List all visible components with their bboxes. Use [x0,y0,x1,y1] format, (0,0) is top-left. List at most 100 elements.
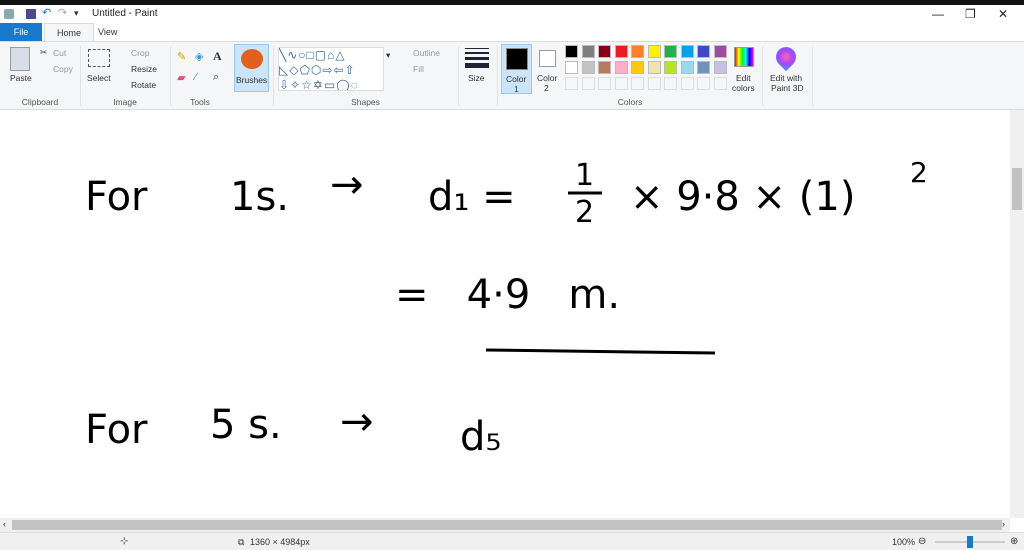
minimize-icon[interactable]: — [932,7,944,21]
redo-icon[interactable]: ↷ [58,6,68,19]
drawing-canvas[interactable]: For 1s. → d₁ = 1 2 × 9·8 × (1) 2 = 4·9 m… [0,110,1010,518]
color1-button[interactable]: Color 1 [501,44,532,94]
palette-swatch[interactable] [697,61,710,74]
size-icon[interactable] [465,48,489,68]
horizontal-scrollbar[interactable]: ‹ › [0,518,1010,532]
palette-swatch[interactable] [647,45,661,58]
eraser-icon[interactable]: ▰ [177,71,185,84]
color2-swatch[interactable] [539,50,556,67]
rotate-button[interactable]: Rotate [131,80,156,90]
close-icon[interactable]: ✕ [998,7,1008,21]
maximize-icon[interactable]: ❐ [965,7,976,21]
window-title: Untitled - Paint [92,8,158,19]
custom-color-slot[interactable] [697,77,710,90]
paste-icon[interactable] [10,47,30,71]
ribbon: Paste ✂ Cut Copy Clipboard Select Crop R… [0,41,1024,110]
line1-arrow: → [330,162,364,208]
resize-button[interactable]: Resize [131,64,157,74]
fill-button[interactable]: Fill [413,64,424,74]
fraction-numerator: 1 [575,158,594,193]
line3-time: 5 s. [210,402,282,448]
palette-swatch[interactable] [614,45,628,58]
tab-view[interactable]: View [86,23,129,41]
vertical-scrollbar[interactable] [1010,110,1024,518]
palette-swatch[interactable] [598,61,611,74]
palette-swatch[interactable] [713,45,727,58]
custom-color-slot[interactable] [614,77,628,90]
cut-button[interactable]: Cut [53,48,66,58]
brushes-label: Brushes [236,75,268,85]
scroll-left-icon[interactable]: ‹ [3,519,6,529]
palette-swatch[interactable] [680,61,694,74]
edit-colors-icon[interactable] [734,47,754,67]
copy-button[interactable]: Copy [53,64,73,74]
select-button[interactable]: Select [87,73,111,83]
customize-toolbar-icon[interactable]: ▾ [74,8,84,18]
line1-expression: × 9·8 × (1) [630,174,855,220]
palette-swatch[interactable] [680,45,694,58]
zoom-slider-thumb[interactable] [967,536,973,548]
pencil-icon[interactable]: ✎ [177,50,186,63]
custom-color-slot[interactable] [680,77,694,90]
custom-color-slot[interactable] [581,77,595,90]
crop-button[interactable]: Crop [131,48,149,58]
line3-for: For [85,407,148,453]
shapes-scroll-icon[interactable]: ▾ [386,50,390,61]
edit-colors-label[interactable]: Edit [736,73,751,83]
color2-number: 2 [544,83,549,93]
handwritten-notes: For 1s. → d₁ = 1 2 × 9·8 × (1) 2 = 4·9 m… [85,156,928,460]
palette-swatch[interactable] [631,45,644,58]
paint-app-icon [4,9,14,19]
custom-color-slot[interactable] [713,77,727,90]
line3-arrow: → [340,399,374,445]
palette-swatch[interactable] [664,45,677,58]
line1-time: 1s. [230,174,289,220]
shapes-gallery[interactable]: ╲∿○□▢⌂△ ◺◇⬠⬡⇨⇦⇧ ⇩✧☆✡▭◯◌ [278,47,384,91]
zoom-in-icon[interactable]: ⊕ [1010,536,1018,547]
horizontal-scroll-thumb[interactable] [12,520,1002,530]
ribbon-tabs: File Home View [0,23,1024,41]
scroll-right-icon[interactable]: › [1002,519,1005,529]
palette-swatch[interactable] [614,61,628,74]
brushes-button[interactable]: Brushes [234,44,269,92]
palette-swatch[interactable] [664,61,677,74]
custom-color-slot[interactable] [631,77,644,90]
palette-swatch[interactable] [631,61,644,74]
outline-button[interactable]: Outline [413,48,440,58]
undo-icon[interactable]: ↶ [42,6,52,19]
size-button[interactable]: Size [468,73,485,83]
palette-swatch[interactable] [565,45,578,58]
palette-swatch[interactable] [598,45,611,58]
text-icon[interactable]: A [213,49,222,64]
color1-number: 1 [514,84,519,94]
paint3d-label[interactable]: Edit with [770,73,802,83]
custom-color-slot[interactable] [647,77,661,90]
zoom-slider[interactable] [935,536,1005,548]
palette-swatch[interactable] [647,61,661,74]
custom-color-slot[interactable] [664,77,677,90]
palette-swatch[interactable] [581,61,595,74]
color1-swatch [506,48,528,70]
palette-swatch[interactable] [697,45,710,58]
tab-file[interactable]: File [0,23,42,41]
fill-icon[interactable]: ◈ [195,50,203,63]
palette-swatch[interactable] [713,61,727,74]
paint3d-icon[interactable] [771,42,801,72]
save-icon[interactable] [26,9,36,19]
vertical-scroll-thumb[interactable] [1012,168,1022,210]
select-icon[interactable] [88,49,110,67]
tools-group-label: Tools [190,97,210,107]
paste-button[interactable]: Paste [10,73,32,83]
magnifier-icon[interactable]: ⌕ [213,71,219,84]
color2-label[interactable]: Color [537,73,557,83]
custom-color-slot[interactable] [565,77,578,90]
palette-swatch[interactable] [565,61,578,74]
color-picker-icon[interactable]: ⁄ [195,71,197,83]
cut-icon: ✂ [40,47,48,57]
edit-colors-label-2[interactable]: colors [732,83,755,93]
zoom-out-icon[interactable]: ⊖ [918,536,926,547]
custom-color-slot[interactable] [598,77,611,90]
colors-group-label: Colors [617,97,643,107]
palette-swatch[interactable] [581,45,595,58]
paint3d-label-2[interactable]: Paint 3D [771,83,804,93]
